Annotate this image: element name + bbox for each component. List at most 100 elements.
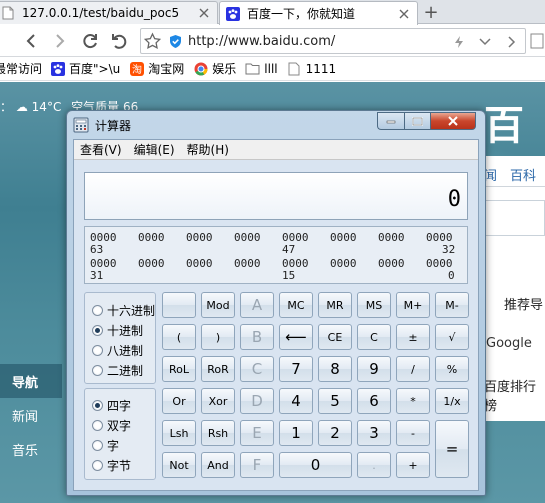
key-rsh[interactable]: Rsh xyxy=(201,420,235,446)
key-and[interactable]: And xyxy=(201,452,235,478)
key-mod[interactable]: Mod xyxy=(201,292,235,318)
key-a[interactable]: A xyxy=(240,292,274,318)
refresh-button[interactable] xyxy=(78,29,102,53)
close-icon[interactable] xyxy=(197,6,211,20)
key-multiply[interactable]: * xyxy=(396,388,430,414)
close-icon xyxy=(448,116,458,126)
key-9[interactable]: 9 xyxy=(357,356,391,382)
key-xor[interactable]: Xor xyxy=(201,388,235,414)
key-left-paren[interactable]: ( xyxy=(162,324,196,350)
radio-label: 十六进制 xyxy=(107,304,156,318)
content-tabs[interactable]: 闻 百科 xyxy=(484,165,536,184)
display-value: 0 xyxy=(447,187,461,212)
key-or[interactable]: Or xyxy=(162,388,196,414)
bit-display: 0000 0000 0000 0000 0000 0000 0000 0000 … xyxy=(84,226,468,284)
key-percent[interactable]: % xyxy=(435,356,469,382)
minimize-button[interactable] xyxy=(377,112,404,130)
key-m-plus[interactable]: M+ xyxy=(396,292,430,318)
key-2[interactable]: 2 xyxy=(318,420,352,446)
bookmark-folder[interactable]: llll xyxy=(245,61,278,76)
radio-dec[interactable]: 十进制 xyxy=(92,322,143,339)
key-0[interactable]: 0 xyxy=(279,452,352,478)
bookmark-entertainment[interactable]: 娱乐 xyxy=(193,60,236,77)
bookmark-most-visited[interactable]: 最常访问 xyxy=(0,60,42,77)
chevron-right-icon[interactable] xyxy=(502,31,522,52)
tab-bar: 127.0.0.1/test/baidu_poc5 百度一下，你就知道 + xyxy=(0,0,545,25)
key-equals[interactable]: = xyxy=(435,420,469,478)
radio-word[interactable]: 字 xyxy=(92,437,119,454)
key-reciprocal[interactable]: 1/x xyxy=(435,388,469,414)
nav-item-news[interactable]: 新闻 xyxy=(0,398,62,432)
search-field[interactable] xyxy=(478,200,545,236)
key-4[interactable]: 4 xyxy=(279,388,313,414)
tab-localhost[interactable]: 127.0.0.1/test/baidu_poc5 xyxy=(0,1,218,24)
key-subtract[interactable]: - xyxy=(396,420,430,446)
key-lsh[interactable]: Lsh xyxy=(162,420,196,446)
chevron-down-icon[interactable] xyxy=(475,31,495,52)
radio-hex[interactable]: 十六进制 xyxy=(92,302,155,319)
key-c[interactable]: C xyxy=(357,324,391,350)
radio-bin[interactable]: 二进制 xyxy=(92,362,143,379)
extension-button[interactable] xyxy=(528,29,545,53)
menu-view[interactable]: 查看(V) xyxy=(74,141,128,158)
rank-link[interactable]: 百度排行榜 xyxy=(484,376,545,414)
bookmark-1111[interactable]: 1111 xyxy=(287,61,337,76)
key-d[interactable]: D xyxy=(240,388,274,414)
radio-oct[interactable]: 八进制 xyxy=(92,342,143,359)
key-ror[interactable]: RoR xyxy=(201,356,235,382)
key-mc[interactable]: MC xyxy=(279,292,313,318)
key-6[interactable]: 6 xyxy=(357,388,391,414)
key-5[interactable]: 5 xyxy=(318,388,352,414)
radio-dword[interactable]: 双字 xyxy=(92,417,131,434)
key-ce[interactable]: CE xyxy=(318,324,352,350)
radio-byte[interactable]: 字节 xyxy=(92,457,131,474)
key-ms[interactable]: MS xyxy=(357,292,391,318)
key-7[interactable]: 7 xyxy=(279,356,313,382)
key-backspace[interactable]: ⟵ xyxy=(279,324,313,350)
address-bar[interactable]: http://www.baidu.com/ xyxy=(140,28,526,54)
url-text[interactable]: http://www.baidu.com/ xyxy=(188,34,335,49)
key-plus-minus[interactable]: ± xyxy=(396,324,430,350)
google-link[interactable]: Google xyxy=(486,336,532,351)
bookmark-baidu[interactable]: 百度">\u xyxy=(50,60,120,77)
key-8[interactable]: 8 xyxy=(318,356,352,382)
title-bar[interactable]: 计算器 xyxy=(67,111,485,139)
key-f[interactable]: F xyxy=(240,452,274,478)
recommend-link[interactable]: 推荐导 xyxy=(504,294,543,313)
close-icon[interactable] xyxy=(397,7,411,21)
radio-label: 四字 xyxy=(107,399,132,413)
key-b[interactable]: B xyxy=(240,324,274,350)
key-e[interactable]: E xyxy=(240,420,274,446)
forward-button[interactable] xyxy=(48,29,72,53)
menu-help[interactable]: 帮助(H) xyxy=(181,141,235,158)
key-m-minus[interactable]: M- xyxy=(435,292,469,318)
key-hex-c[interactable]: C xyxy=(240,356,274,382)
nav-item-music[interactable]: 音乐 xyxy=(0,432,62,466)
menu-edit[interactable]: 编辑(E) xyxy=(128,141,181,158)
key-right-paren[interactable]: ) xyxy=(201,324,235,350)
close-button[interactable] xyxy=(430,112,476,130)
key-not[interactable]: Not xyxy=(162,452,196,478)
calculator-body: 查看(V) 编辑(E) 帮助(H) 0 0000 0000 0000 0000 … xyxy=(73,139,479,491)
key-1[interactable]: 1 xyxy=(279,420,313,446)
tab-baidu[interactable]: 百度一下，你就知道 xyxy=(219,1,418,25)
key-rol[interactable]: RoL xyxy=(162,356,196,382)
back-button[interactable] xyxy=(19,29,43,53)
calculator-icon xyxy=(73,117,89,133)
left-nav: 导航 新闻 音乐 xyxy=(0,364,62,503)
key-divide[interactable]: / xyxy=(396,356,430,382)
undo-button[interactable] xyxy=(107,29,131,53)
lightning-icon[interactable] xyxy=(449,31,469,52)
key-sqrt[interactable]: √ xyxy=(435,324,469,350)
bookmark-taobao[interactable]: 淘 淘宝网 xyxy=(129,60,184,77)
maximize-button[interactable] xyxy=(404,112,430,130)
bookmark-label: 1111 xyxy=(305,61,337,76)
radio-qword[interactable]: 四字 xyxy=(92,397,131,414)
nav-item-home[interactable]: 导航 xyxy=(0,364,62,398)
bookmark-star-icon[interactable] xyxy=(143,32,162,51)
key-decimal[interactable]: . xyxy=(357,452,391,478)
key-mr[interactable]: MR xyxy=(318,292,352,318)
key-add[interactable]: + xyxy=(396,452,430,478)
new-tab-button[interactable]: + xyxy=(420,2,442,23)
key-3[interactable]: 3 xyxy=(357,420,391,446)
